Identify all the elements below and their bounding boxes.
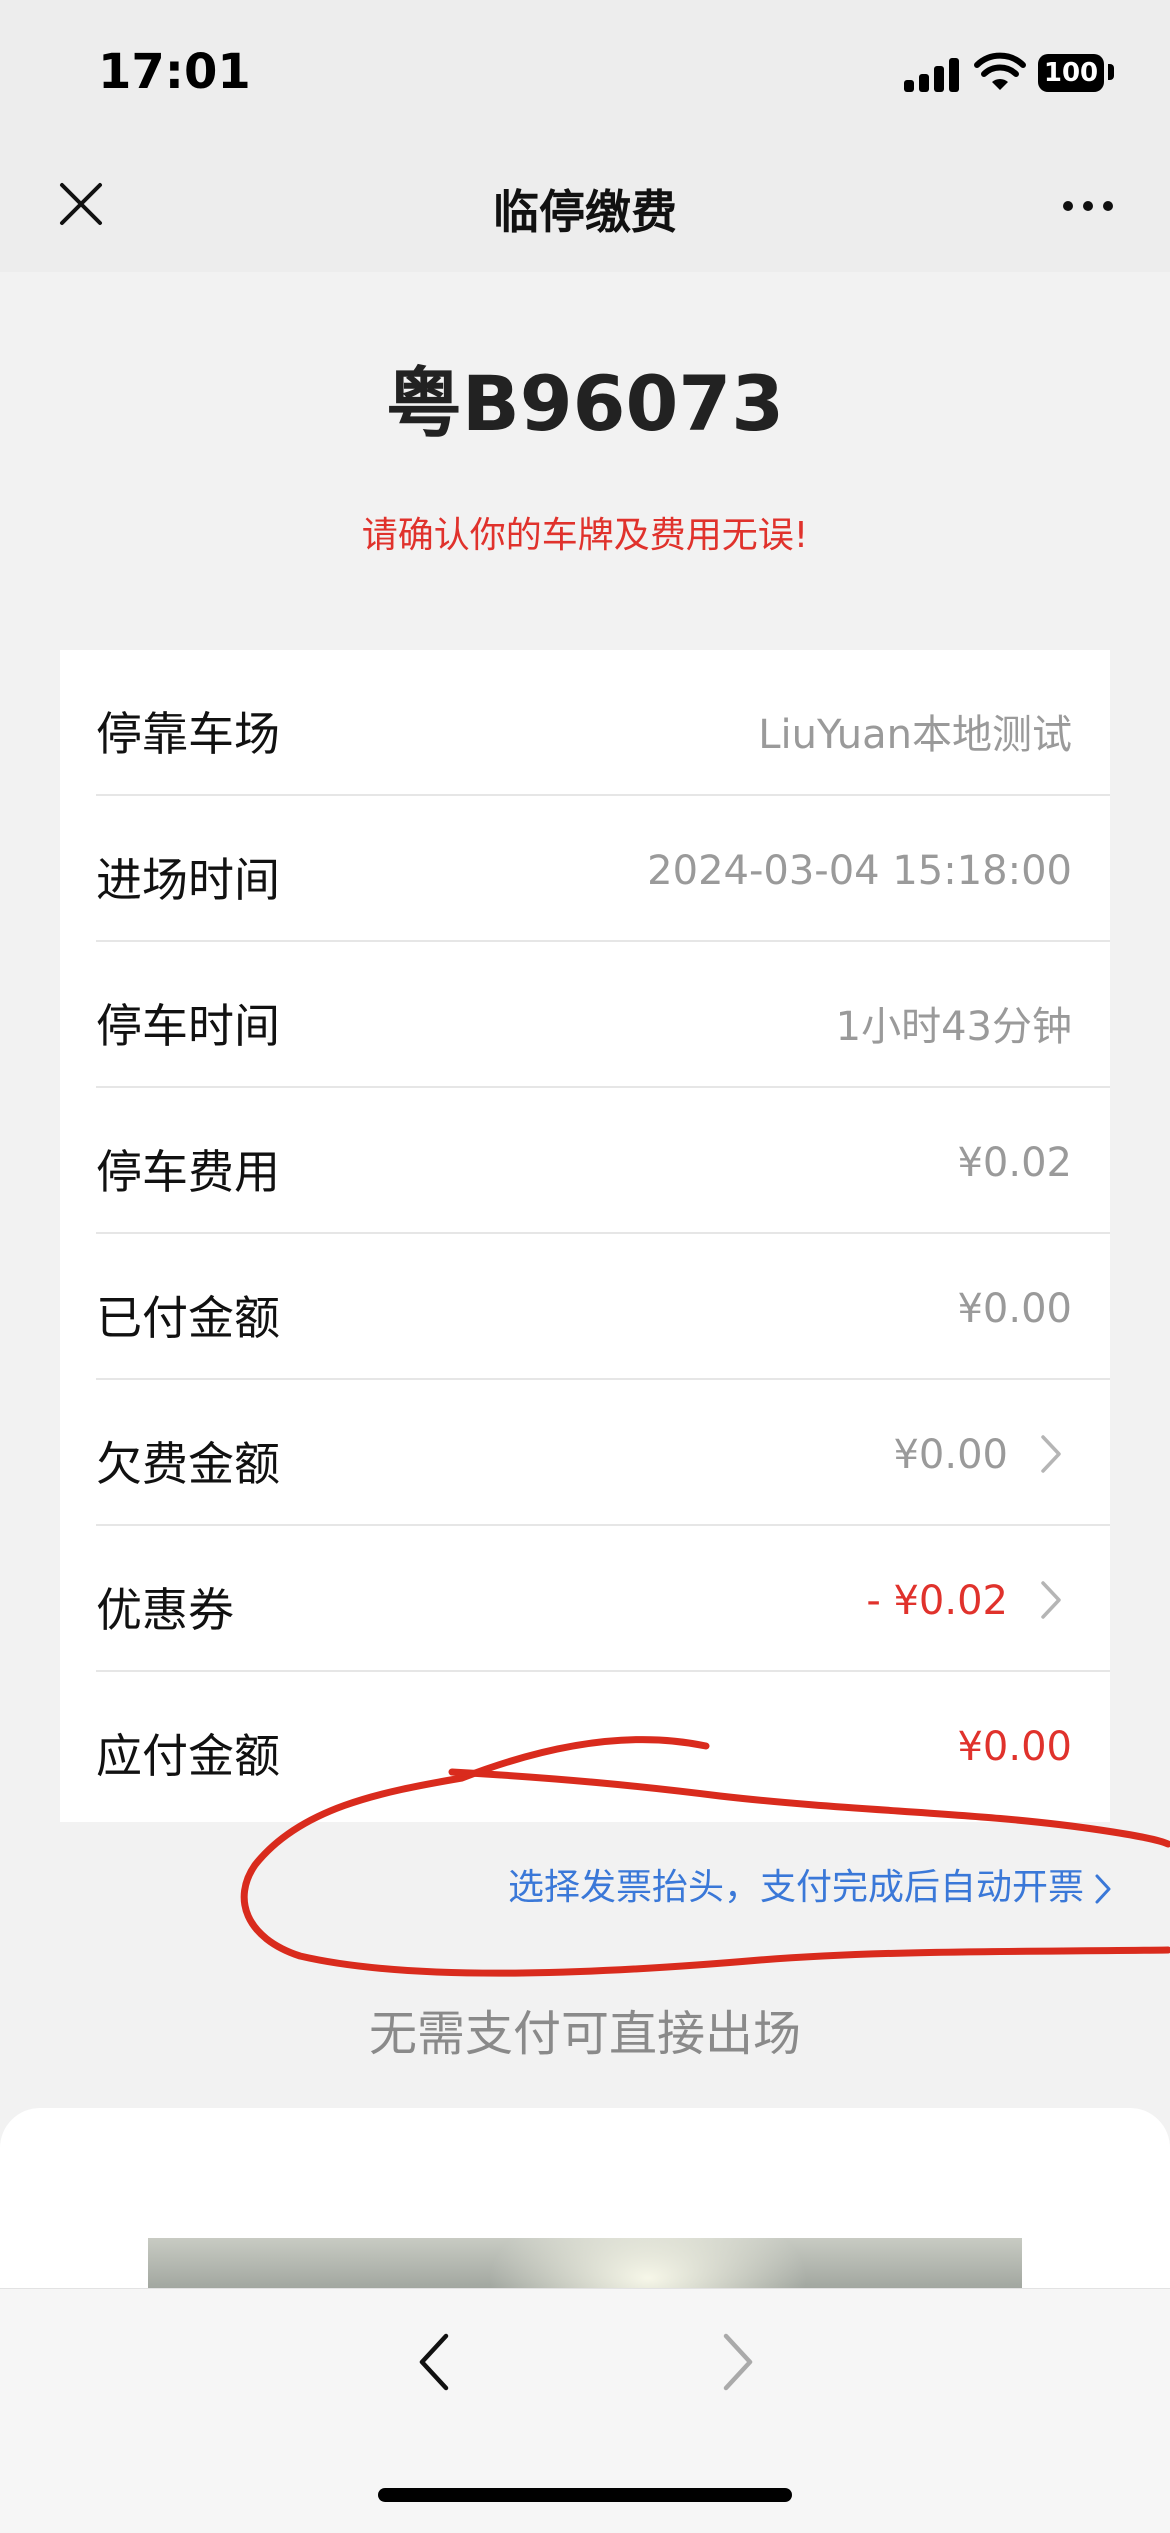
license-plate: 粤B96073 (385, 359, 785, 448)
fee-detail-card: 停靠车场 LiuYuan本地测试 进场时间 2024-03-04 15:18:0… (60, 650, 1110, 1822)
battery-tip (1108, 64, 1114, 80)
row-value: ¥0.00 (957, 1286, 1072, 1332)
confirm-warning: 请确认你的车牌及费用无误! (361, 515, 809, 556)
home-indicator (378, 2488, 792, 2502)
back-arrow-icon[interactable] (416, 2330, 452, 2394)
chevron-right-icon (1041, 1581, 1061, 1619)
chevron-right-icon (1095, 1874, 1111, 1904)
battery-icon: 100 (1038, 54, 1104, 92)
invoice-link-label: 选择发票抬头，支付完成后自动开票 (507, 1867, 1084, 1908)
no-payment-needed-text: 无需支付可直接出场 (368, 2006, 801, 2062)
row-arrears-amount[interactable]: 欠费金额 ¥0.00 (96, 1380, 1110, 1526)
row-label: 已付金额 (96, 1291, 280, 1345)
forward-arrow-icon[interactable] (720, 2330, 756, 2394)
row-value: ¥0.00 (957, 1724, 1072, 1770)
row-entry-time: 进场时间 2024-03-04 15:18:00 (96, 796, 1110, 942)
status-time: 17:01 (98, 44, 251, 100)
wifi-icon (974, 52, 1026, 90)
row-label: 停靠车场 (96, 707, 280, 761)
row-payable-amount: 应付金额 ¥0.00 (96, 1672, 1110, 1818)
invoice-header-link[interactable]: 选择发票抬头，支付完成后自动开票 (508, 1858, 1112, 1910)
row-coupon[interactable]: 优惠券 - ¥0.02 (96, 1526, 1110, 1672)
row-value: ¥0.00 (893, 1432, 1008, 1478)
row-label: 欠费金额 (96, 1437, 280, 1491)
row-value: LiuYuan本地测试 (758, 712, 1072, 758)
row-label: 应付金额 (96, 1729, 280, 1783)
row-label: 停车时间 (96, 999, 280, 1053)
row-label: 优惠券 (96, 1583, 234, 1637)
row-parking-lot: 停靠车场 LiuYuan本地测试 (96, 650, 1110, 796)
row-value: - ¥0.02 (866, 1578, 1008, 1624)
row-label: 停车费用 (96, 1145, 280, 1199)
more-icon[interactable] (1062, 200, 1114, 212)
row-parking-fee: 停车费用 ¥0.02 (96, 1088, 1110, 1234)
row-value: ¥0.02 (957, 1140, 1072, 1186)
row-parking-duration: 停车时间 1小时43分钟 (96, 942, 1110, 1088)
chevron-right-icon (1041, 1435, 1061, 1473)
row-label: 进场时间 (96, 853, 280, 907)
page-title: 临停缴费 (493, 185, 677, 239)
row-value: 2024-03-04 15:18:00 (647, 848, 1072, 894)
signal-icon (904, 58, 959, 92)
row-paid-amount: 已付金额 ¥0.00 (96, 1234, 1110, 1380)
row-value: 1小时43分钟 (835, 1004, 1072, 1050)
